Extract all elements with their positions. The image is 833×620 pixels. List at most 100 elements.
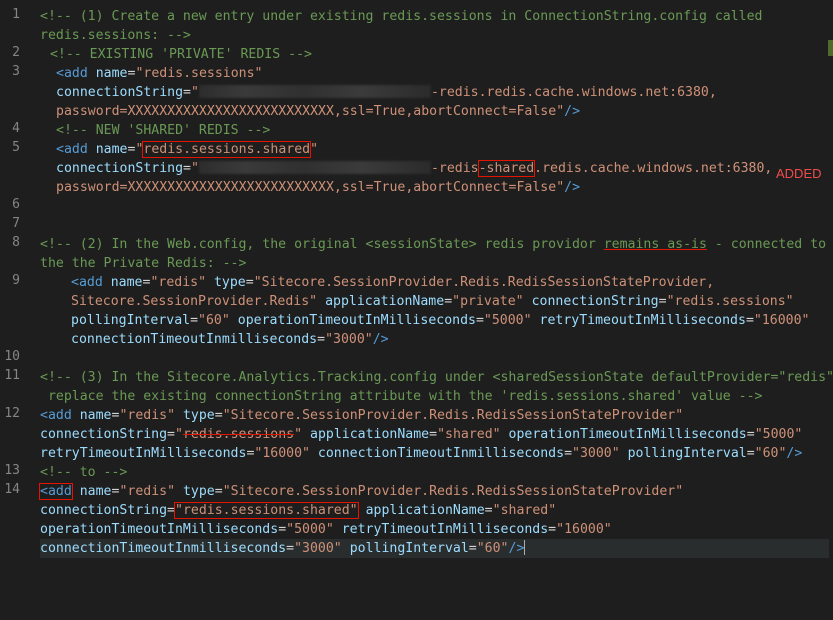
- code-token: =: [475, 313, 484, 328]
- highlight-box: redis.sessions.shared: [142, 141, 312, 158]
- code-line[interactable]: <!-- (2) In the Web.config, the original…: [40, 235, 829, 254]
- xml-value: "16000": [556, 522, 612, 537]
- code-line[interactable]: <add name="redis" type="Sitecore.Session…: [71, 273, 829, 292]
- code-token: =: [468, 541, 477, 556]
- code-line[interactable]: connectionString=" -redis-shared.redis.ca…: [56, 159, 829, 178]
- code-token: =: [658, 294, 667, 309]
- xml-tag: <add: [71, 275, 103, 290]
- line-number: 1: [12, 7, 20, 22]
- line-number: 7: [12, 216, 20, 231]
- xml-attribute: connectionString: [531, 294, 659, 309]
- xml-value: "shared": [437, 427, 501, 442]
- xml-attribute: retryTimeoutInMilliseconds: [539, 313, 746, 328]
- xml-attribute: applicationName: [310, 427, 430, 442]
- xml-value: -redis: [430, 161, 479, 176]
- code-line[interactable]: connectionTimeoutInmilliseconds="3000"/>: [71, 330, 829, 349]
- code-line[interactable]: connectionString="redis.sessions.shared"…: [40, 501, 829, 520]
- xml-attribute: connectionTimeoutInmilliseconds: [40, 541, 287, 556]
- code-token: =: [167, 427, 175, 442]
- code-line[interactable]: password=XXXXXXXXXXXXXXXXXXXXXXXXXX,ssl=…: [56, 178, 829, 197]
- xml-value: -redis.redis.cache.windows.net:6380,: [430, 85, 717, 100]
- xml-value: ": [310, 142, 319, 157]
- code-token: =: [286, 541, 295, 556]
- xml-value: "3000": [572, 446, 620, 461]
- code-token: =: [548, 522, 557, 537]
- code-line[interactable]: replace the existing connectionString at…: [40, 387, 829, 406]
- xml-tag: />: [564, 180, 581, 195]
- code-line[interactable]: <!-- (3) In the Sitecore.Analytics.Track…: [40, 368, 833, 387]
- xml-attribute: connectionString: [56, 85, 184, 100]
- xml-value: "60": [754, 446, 787, 461]
- xml-attribute: name: [95, 66, 128, 81]
- xml-attribute: name: [95, 142, 128, 157]
- xml-attribute: type: [182, 484, 215, 499]
- code-line[interactable]: redis.sessions: -->: [40, 26, 829, 45]
- xml-value: .redis.cache.windows.net:6380,: [534, 161, 773, 176]
- line-number: 8: [12, 235, 20, 250]
- code-line[interactable]: <add name="redis.sessions.shared": [56, 140, 829, 159]
- xml-attribute: retryTimeoutInMilliseconds: [40, 446, 247, 461]
- xml-value: "Sitecore.SessionProvider.Redis.RedisSes…: [253, 275, 715, 290]
- xml-value: "60": [198, 313, 230, 328]
- xml-value: "60": [476, 541, 509, 556]
- code-line[interactable]: <add name="redis.sessions": [56, 64, 829, 83]
- code-line[interactable]: pollingInterval="60" operationTimeoutInM…: [71, 311, 829, 330]
- xml-value: "redis": [150, 275, 207, 290]
- code-line[interactable]: <!-- EXISTING 'PRIVATE' REDIS -->: [42, 45, 829, 64]
- line-number: 14: [4, 482, 20, 497]
- line-number: 6: [12, 197, 20, 212]
- code-line[interactable]: connectionString=" -redis.redis.cache.win…: [56, 83, 829, 102]
- xml-value: "shared": [492, 503, 557, 518]
- code-line[interactable]: the the Private Redis: -->: [40, 254, 829, 273]
- code-token: =: [484, 503, 493, 518]
- line-number: 13: [4, 463, 20, 478]
- xml-attribute: pollingInterval: [349, 541, 469, 556]
- code-line[interactable]: <!-- NEW 'SHARED' REDIS -->: [56, 121, 829, 140]
- code-token: =: [429, 427, 438, 442]
- code-line[interactable]: password=XXXXXXXXXXXXXXXXXXXXXXXXXX,ssl=…: [56, 102, 829, 121]
- comment-text: - connected to: [706, 237, 827, 252]
- code-token: =: [444, 294, 453, 309]
- xml-value: "redis": [119, 484, 176, 499]
- code-token: =: [278, 522, 287, 537]
- code-line-current[interactable]: connectionTimeoutInmilliseconds="3000" p…: [40, 539, 829, 558]
- redacted-host: [198, 161, 431, 174]
- xml-tag: />: [508, 541, 525, 556]
- xml-value: ": [175, 427, 183, 442]
- xml-value: "redis.sessions": [666, 294, 794, 309]
- highlight-box: -shared: [477, 160, 536, 177]
- xml-value: "16000": [753, 313, 810, 328]
- xml-attribute: connectionString: [56, 161, 184, 176]
- xml-value: "redis": [119, 408, 176, 423]
- code-line[interactable]: <!-- to -->: [40, 463, 829, 482]
- code-line[interactable]: retryTimeoutInMilliseconds = "16000" conne…: [40, 444, 829, 463]
- code-line[interactable]: connectionString="redis.sessions" applic…: [40, 425, 829, 444]
- underline-annotation: remains as-is: [603, 237, 707, 252]
- code-token: =: [746, 446, 755, 461]
- scrollbar-marker[interactable]: [828, 40, 833, 56]
- code-token: =: [317, 332, 326, 347]
- xml-value: "redis.sessions": [135, 66, 263, 81]
- xml-value: Sitecore.SessionProvider.Redis": [71, 294, 318, 309]
- xml-attribute: connectionString: [40, 427, 168, 442]
- code-line[interactable]: <!-- (1) Create a new entry under existi…: [40, 7, 829, 26]
- code-line[interactable]: operationTimeoutInMilliseconds="5000" re…: [40, 520, 829, 539]
- xml-value: ": [191, 85, 199, 100]
- code-token: =: [214, 484, 223, 499]
- xml-tag: <add: [56, 66, 88, 81]
- xml-value: "16000": [254, 446, 310, 461]
- code-line[interactable]: Sitecore.SessionProvider.Redis" applicat…: [71, 292, 829, 311]
- code-line[interactable]: <add name="redis" type="Sitecore.Session…: [40, 406, 829, 425]
- code-line[interactable]: <add name="redis" type="Sitecore.Session…: [39, 482, 829, 501]
- xml-attribute: name: [79, 408, 112, 423]
- xml-value: "Sitecore.SessionProvider.Redis.RedisSes…: [222, 408, 684, 423]
